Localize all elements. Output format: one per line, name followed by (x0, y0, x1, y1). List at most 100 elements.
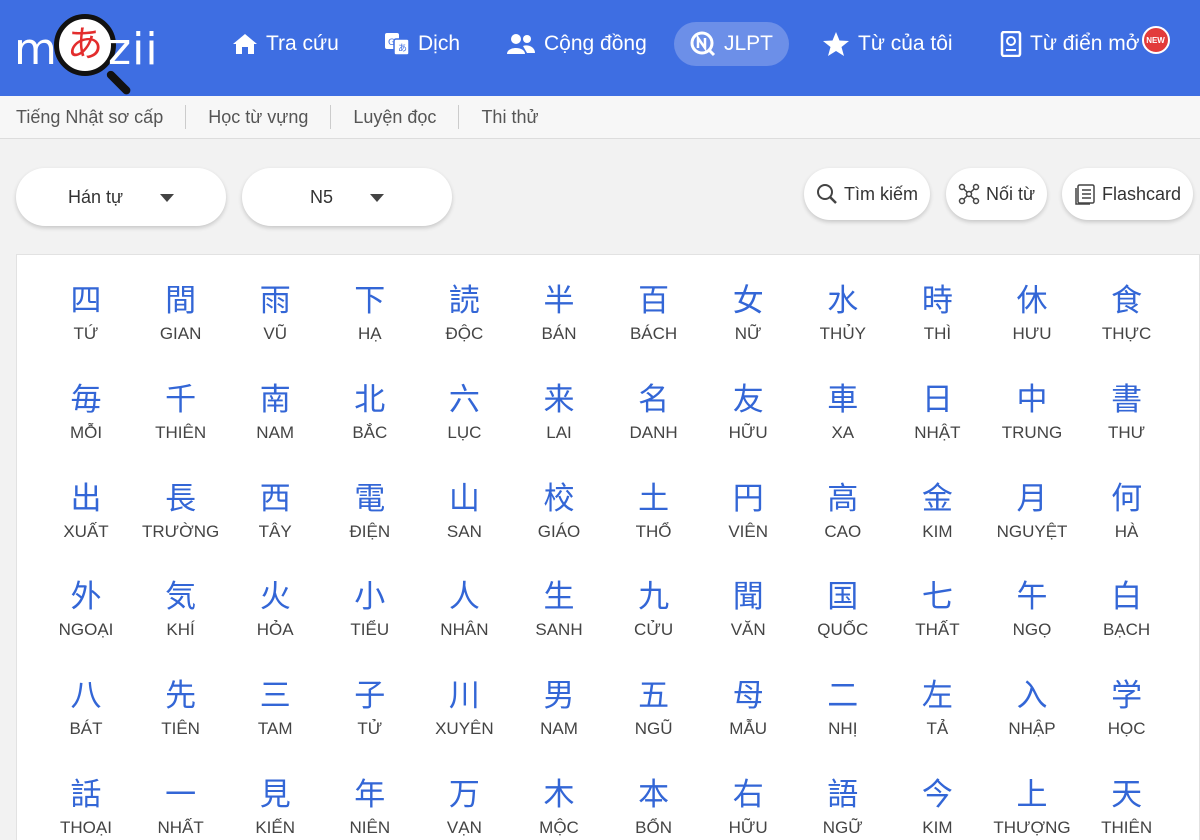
kanji-card[interactable]: 聞 VĂN (701, 577, 795, 641)
nav-dich[interactable]: Gあ Dịch (384, 22, 460, 66)
kanji-card[interactable]: 生 SANH (512, 577, 606, 641)
level-select[interactable]: N5 (242, 168, 452, 226)
kanji-card[interactable]: 小 TIỂU (323, 577, 417, 641)
kanji-card[interactable]: 下 HẠ (323, 281, 417, 345)
kanji-card[interactable]: 一 NHẤT (134, 775, 228, 839)
kanji-card[interactable]: 白 BẠCH (1080, 577, 1174, 641)
nav-jlpt[interactable]: JLPT (674, 22, 790, 66)
kanji-card[interactable]: 何 HÀ (1080, 479, 1174, 543)
dictionary-icon (1000, 31, 1022, 57)
kanji-card[interactable]: 左 TẢ (890, 676, 984, 740)
jlpt-icon (690, 31, 716, 57)
kanji-card[interactable]: 校 GIÁO (512, 479, 606, 543)
match-words-button[interactable]: Nối từ (946, 168, 1048, 220)
search-button[interactable]: Tìm kiếm (804, 168, 930, 220)
kanji-card[interactable]: 中 TRUNG (985, 380, 1079, 444)
kanji-reading: THƯỢNG (993, 818, 1071, 837)
kanji-card[interactable]: 電 ĐIỆN (323, 479, 417, 543)
subnav-hoc-tu-vung[interactable]: Học từ vựng (186, 105, 332, 129)
subnav-thi-thu[interactable]: Thi thử (459, 105, 560, 129)
kanji-card[interactable]: 四 TỨ (39, 281, 133, 345)
nav-label: Từ của tôi (858, 32, 953, 55)
kanji-card[interactable]: 学 HỌC (1080, 676, 1174, 740)
kanji-card[interactable]: 入 NHẬP (985, 676, 1079, 740)
kanji-card[interactable]: 金 KIM (890, 479, 984, 543)
kanji-character: 話 (70, 777, 102, 813)
kanji-card[interactable]: 山 SAN (417, 479, 511, 543)
kanji-card[interactable]: 書 THƯ (1080, 380, 1174, 444)
kanji-card[interactable]: 火 HỎA (228, 577, 322, 641)
kanji-card[interactable]: 来 LAI (512, 380, 606, 444)
kanji-card[interactable]: 九 CỬU (607, 577, 701, 641)
kanji-card[interactable]: 国 QUỐC (796, 577, 890, 641)
kanji-card[interactable]: 名 DANH (607, 380, 701, 444)
kanji-card[interactable]: 千 THIÊN (134, 380, 228, 444)
kanji-card[interactable]: 右 HỮU (701, 775, 795, 839)
kanji-card[interactable]: 食 THỰC (1080, 281, 1174, 345)
kanji-card[interactable]: 天 THIÊN (1080, 775, 1174, 839)
kanji-card[interactable]: 子 TỬ (323, 676, 417, 740)
kanji-card[interactable]: 毎 MỖI (39, 380, 133, 444)
kanji-card[interactable]: 南 NAM (228, 380, 322, 444)
kanji-card[interactable]: 三 TAM (228, 676, 322, 740)
kanji-card[interactable]: 時 THÌ (890, 281, 984, 345)
kanji-card[interactable]: 水 THỦY (796, 281, 890, 345)
kanji-card[interactable]: 女 NỮ (701, 281, 795, 345)
kanji-card[interactable]: 外 NGOẠI (39, 577, 133, 641)
kanji-card[interactable]: 今 KIM (890, 775, 984, 839)
subnav-tieng-nhat-so-cap[interactable]: Tiếng Nhật sơ cấp (16, 105, 187, 129)
kanji-card[interactable]: 月 NGUYỆT (985, 479, 1079, 543)
kanji-card[interactable]: 年 NIÊN (323, 775, 417, 839)
kanji-card[interactable]: 上 THƯỢNG (985, 775, 1079, 839)
kanji-character: 子 (354, 678, 386, 715)
kanji-card[interactable]: 百 BÁCH (607, 281, 701, 345)
kanji-card[interactable]: 川 XUYÊN (417, 676, 511, 740)
kanji-card[interactable]: 語 NGỮ (796, 775, 890, 839)
kanji-card[interactable]: 友 HỮU (701, 380, 795, 444)
kanji-card[interactable]: 土 THỔ (607, 479, 701, 543)
kanji-card[interactable]: 読 ĐỘC (417, 281, 511, 345)
kanji-card[interactable]: 話 THOẠI (39, 775, 133, 839)
kanji-reading: SANH (535, 620, 583, 640)
kanji-card[interactable]: 出 XUẤT (39, 479, 133, 543)
nav-tra-cuu[interactable]: Tra cứu (232, 22, 339, 66)
nav-tu-dien-mo[interactable]: Từ điển mở NEW (1000, 22, 1170, 66)
kanji-card[interactable]: 半 BÁN (512, 281, 606, 345)
kanji-card[interactable]: 雨 VŨ (228, 281, 322, 345)
kanji-reading: SAN (446, 521, 482, 541)
kanji-card[interactable]: 見 KIẾN (228, 775, 322, 839)
kanji-card[interactable]: 本 BỔN (607, 775, 701, 839)
kanji-card[interactable]: 五 NGŨ (607, 676, 701, 740)
kanji-card[interactable]: 二 NHỊ (796, 676, 890, 740)
kanji-card[interactable]: 間 GIAN (134, 281, 228, 345)
kanji-card[interactable]: 休 HƯU (985, 281, 1079, 345)
kanji-card[interactable]: 六 LỤC (417, 380, 511, 444)
kanji-card[interactable]: 午 NGỌ (985, 577, 1079, 641)
kanji-card[interactable]: 八 BÁT (39, 676, 133, 740)
kanji-card[interactable]: 円 VIÊN (701, 479, 795, 543)
subnav-luyen-doc[interactable]: Luyện đọc (331, 105, 460, 129)
kanji-character: 月 (1016, 480, 1048, 517)
kanji-card[interactable]: 木 MỘC (512, 775, 606, 839)
kanji-card[interactable]: 高 CAO (796, 479, 890, 543)
kanji-reading: KHÍ (166, 620, 195, 640)
kanji-card[interactable]: 長 TRƯỜNG (134, 479, 228, 543)
kanji-card[interactable]: 人 NHÂN (417, 577, 511, 641)
kanji-card[interactable]: 西 TÂY (228, 479, 322, 543)
type-select-value: Hán tự (68, 186, 124, 207)
kanji-card[interactable]: 七 THẤT (890, 577, 984, 641)
type-select[interactable]: Hán tự (16, 168, 226, 226)
kanji-card[interactable]: 北 BẮC (323, 380, 417, 444)
mazii-logo[interactable]: m あ zii (14, 10, 174, 97)
kanji-card[interactable]: 車 XA (796, 380, 890, 444)
nav-tu-cua-toi[interactable]: Từ của tôi (822, 22, 953, 66)
flashcard-button[interactable]: Flashcard (1062, 168, 1194, 220)
kanji-card[interactable]: 先 TIÊN (134, 676, 228, 740)
kanji-card[interactable]: 男 NAM (512, 676, 606, 740)
kanji-card[interactable]: 気 KHÍ (134, 577, 228, 641)
nav-cong-dong[interactable]: Cộng đồng (506, 22, 647, 66)
kanji-card[interactable]: 母 MẪU (701, 676, 795, 740)
kanji-character: 中 (1016, 381, 1048, 418)
kanji-card[interactable]: 万 VẠN (417, 775, 511, 839)
kanji-card[interactable]: 日 NHẬT (890, 380, 984, 444)
